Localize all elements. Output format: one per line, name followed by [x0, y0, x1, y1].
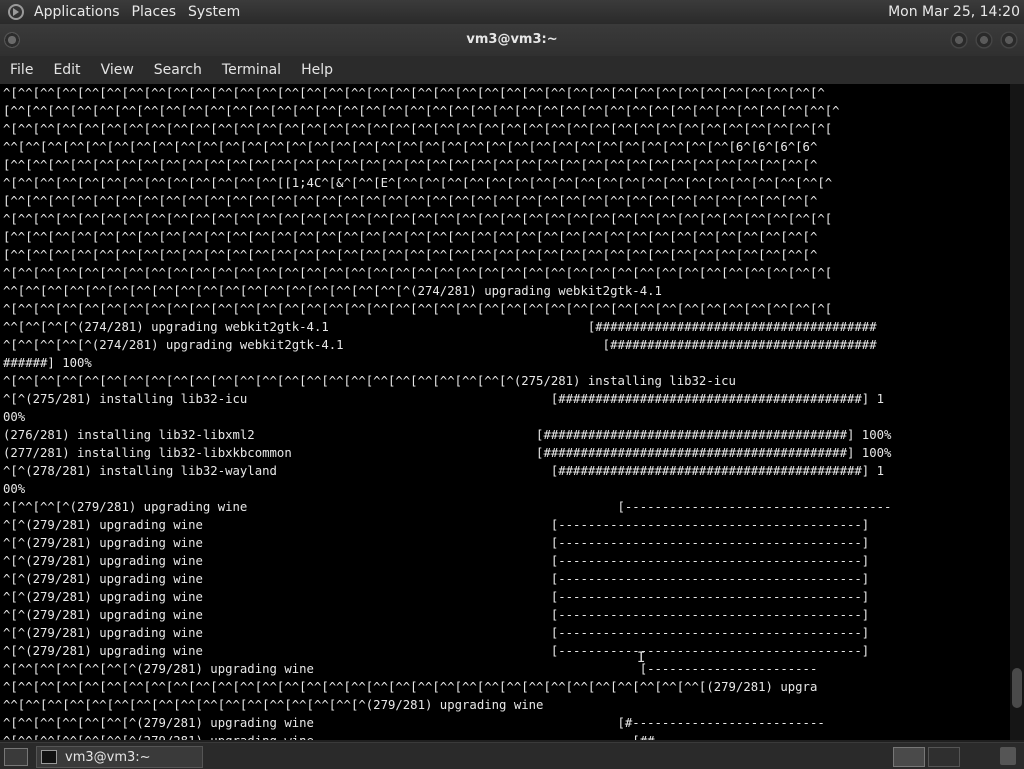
terminal-line: ^[^^[^^[^^[^^[^^[^^[^^[^^[^^[^^[^^[^^[^^… — [3, 212, 833, 226]
terminal-line: ^[^^[^^[^^[^^[^^[^(279/281) upgrading wi… — [0, 732, 1010, 740]
taskbar-window-button[interactable]: vm3@vm3:~ — [36, 746, 203, 768]
terminal-line: ^[^(279/281) upgrading wine [-----------… — [3, 590, 870, 604]
scrollbar-thumb[interactable] — [1012, 668, 1022, 708]
terminal-line: ^[^(279/281) upgrading wine [-----------… — [3, 536, 870, 550]
terminal-line: 00% — [3, 410, 26, 424]
places-menu[interactable]: Places — [128, 4, 185, 20]
window-titlebar[interactable]: vm3@vm3:~ — [0, 24, 1024, 56]
menu-edit[interactable]: Edit — [43, 62, 90, 78]
terminal-line: (276/281) installing lib32-libxml2 [####… — [3, 428, 892, 442]
menu-file[interactable]: File — [0, 62, 43, 78]
terminal-line: ^[^^[^^[^^[^^[^^[^(279/281) upgrading wi… — [3, 662, 818, 676]
terminal-line: ^[^(275/281) installing lib32-icu [#####… — [3, 392, 884, 406]
terminal-line: (277/281) installing lib32-libxkbcommon … — [3, 446, 892, 460]
menu-bar: File Edit View Search Terminal Help — [0, 56, 1024, 84]
terminal-line: ^[^^[^^[^^[^^[^^[^^[^^[^^[^^[^^[^^[^^[^^… — [3, 374, 736, 388]
bottom-panel: vm3@vm3:~ — [0, 742, 1024, 769]
terminal-line: ^[^(279/281) upgrading wine [-----------… — [3, 518, 870, 532]
top-panel: Applications Places System Mon Mar 25, 1… — [0, 0, 1024, 24]
system-menu[interactable]: System — [184, 4, 248, 20]
clock[interactable]: Mon Mar 25, 14:20 — [888, 4, 1020, 20]
terminal-line: ######] 100% — [3, 356, 92, 370]
terminal-line: [^^[^^[^^[^^[^^[^^[^^[^^[^^[^^[^^[^^[^^[… — [3, 248, 818, 262]
terminal-line: ^[^^[^^[^^[^^[^^[^^[^^[^^[^^[^^[^^[^^[^^… — [3, 266, 833, 280]
menu-view[interactable]: View — [91, 62, 144, 78]
terminal-line: ^[^^[^^[^^[^^[^^[^^[^^[^^[^^[^^[^^[^^[^^… — [3, 122, 833, 136]
distro-logo-icon[interactable] — [8, 4, 24, 20]
terminal-line: [^^[^^[^^[^^[^^[^^[^^[^^[^^[^^[^^[^^[^^[… — [3, 230, 818, 244]
terminal-line: ^[^^[^^[^^[^^[^^[^^[^^[^^[^^[^^[^^[^^[^^… — [3, 86, 825, 100]
workspace-2[interactable] — [928, 747, 960, 767]
window-title: vm3@vm3:~ — [466, 32, 558, 47]
terminal-line: ^[^^[^^[^^[^(274/281) upgrading webkit2g… — [3, 338, 877, 352]
taskbar-window-label: vm3@vm3:~ — [65, 749, 151, 765]
terminal-output[interactable]: ^[^^[^^[^^[^^[^^[^^[^^[^^[^^[^^[^^[^^[^^… — [0, 84, 1010, 740]
terminal-line: 00% — [3, 482, 26, 496]
menu-search[interactable]: Search — [144, 62, 212, 78]
terminal-line: ^[^(279/281) upgrading wine [-----------… — [3, 572, 870, 586]
terminal-line: ^^[^^[^^[^^[^^[^^[^^[^^[^^[^^[^^[^^[^^[^… — [3, 284, 662, 298]
terminal-line: ^^[^^[^^[^^[^^[^^[^^[^^[^^[^^[^^[^^[^^[^… — [3, 140, 818, 154]
terminal-line: ^[^^[^^[^^[^^[^^[^^[^^[^^[^^[^^[^^[^^[^^… — [3, 680, 818, 694]
show-desktop-button[interactable] — [4, 748, 28, 766]
applications-menu[interactable]: Applications — [30, 4, 128, 20]
minimize-button[interactable] — [950, 31, 968, 49]
terminal-line: ^^[^^[^^[^(274/281) upgrading webkit2gtk… — [3, 320, 877, 334]
close-button[interactable] — [1000, 31, 1018, 49]
terminal-line: ^[^(278/281) installing lib32-wayland [#… — [3, 464, 884, 478]
terminal-line: ^[^^[^^[^^[^^[^^[^^[^^[^^[^^[^^[^^[^^[^^… — [3, 302, 833, 316]
text-cursor-icon: I — [637, 650, 646, 666]
terminal-icon — [41, 750, 57, 764]
terminal-line: ^^[^^[^^[^^[^^[^^[^^[^^[^^[^^[^^[^^[^^[^… — [3, 698, 544, 712]
terminal-line: ^[^^[^^[^^[^^[^^[^(279/281) upgrading wi… — [3, 716, 825, 730]
trash-icon[interactable] — [1000, 747, 1016, 765]
terminal-line: [^^[^^[^^[^^[^^[^^[^^[^^[^^[^^[^^[^^[^^[… — [3, 194, 818, 208]
maximize-button[interactable] — [975, 31, 993, 49]
terminal-line: ^[^(279/281) upgrading wine [-----------… — [3, 644, 870, 658]
terminal-scrollbar[interactable] — [1010, 84, 1024, 740]
workspace-1[interactable] — [893, 747, 925, 767]
terminal-line: [^^[^^[^^[^^[^^[^^[^^[^^[^^[^^[^^[^^[^^[… — [3, 104, 840, 118]
terminal-line: ^[^(279/281) upgrading wine [-----------… — [3, 626, 870, 640]
terminal-line: ^[^^[^^[^^[^^[^^[^^[^^[^^[^^[^^[^^[^^[[1… — [3, 176, 833, 190]
menu-terminal[interactable]: Terminal — [212, 62, 291, 78]
terminal-line: ^[^(279/281) upgrading wine [-----------… — [3, 554, 870, 568]
terminal-line: [^^[^^[^^[^^[^^[^^[^^[^^[^^[^^[^^[^^[^^[… — [3, 158, 818, 172]
terminal-line: ^[^(279/281) upgrading wine [-----------… — [3, 608, 870, 622]
menu-help[interactable]: Help — [291, 62, 343, 78]
terminal-line: ^[^^[^^[^(279/281) upgrading wine [-----… — [3, 500, 892, 514]
